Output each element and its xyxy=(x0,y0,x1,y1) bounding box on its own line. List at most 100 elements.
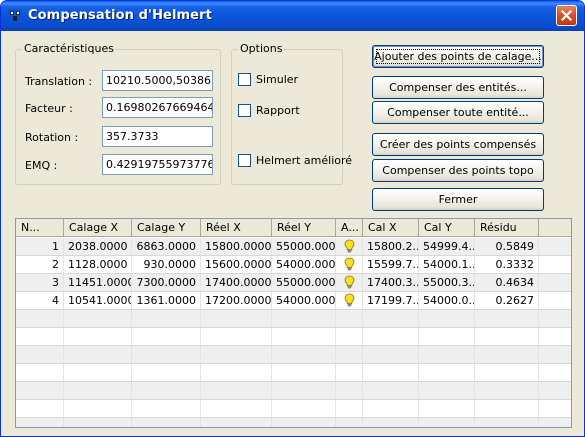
cell-col-calage-y xyxy=(132,382,201,399)
empty-row[interactable] xyxy=(16,364,571,382)
compenser-toute-entite-button[interactable]: Compenser toute entité... xyxy=(372,101,544,124)
table-row[interactable]: 2 1128.0000 930.0000 15600.0000 54000.0000 15… xyxy=(16,256,571,274)
cell-col-cal-y: 54999.4... xyxy=(419,238,475,255)
cell-col-cal-y: 54000.1... xyxy=(419,256,475,273)
close-button[interactable] xyxy=(556,5,577,26)
table-row[interactable]: 4 10541.0000 1361.0000 17200.0000 54000.0000… xyxy=(16,292,571,310)
cell-col-calage-x xyxy=(64,382,132,399)
cell-col-active xyxy=(336,346,363,363)
grid-header: N... Calage X Calage Y Réel X Réel Y A... Cal … xyxy=(16,219,571,237)
cell-col-num xyxy=(16,364,64,381)
cell-col-num xyxy=(16,328,64,345)
cell-col-active xyxy=(336,292,363,309)
empty-row[interactable] xyxy=(16,346,571,364)
cell-col-residu xyxy=(475,400,539,417)
header-col-residu[interactable]: Résidu xyxy=(475,219,539,237)
cell-col-reel-y xyxy=(272,328,336,345)
simuler-checkbox[interactable] xyxy=(238,73,251,86)
header-col-reel-x[interactable]: Réel X xyxy=(201,219,272,237)
emq-label: EMQ : xyxy=(25,159,58,172)
cell-col-cal-y xyxy=(419,328,475,345)
compenser-entites-button[interactable]: Compenser des entités... xyxy=(372,76,544,99)
cell-col-num: 1 xyxy=(16,238,64,255)
cell-col-reel-x: 15600.0000 xyxy=(201,256,272,273)
cell-col-calage-y xyxy=(132,400,201,417)
header-col-calage-y[interactable]: Calage Y xyxy=(132,219,201,237)
compenser-points-topo-button[interactable]: Compenser des points topo xyxy=(372,159,544,182)
empty-row[interactable] xyxy=(16,382,571,400)
empty-row[interactable] xyxy=(16,328,571,346)
ajouter-points-calage-button[interactable]: Ajouter des points de calage... xyxy=(372,45,544,68)
focus-rect xyxy=(376,49,540,64)
options-legend: Options xyxy=(238,42,285,55)
header-col-cal-x[interactable]: Cal X xyxy=(363,219,419,237)
rotation-label: Rotation : xyxy=(25,131,79,144)
cell-col-residu xyxy=(475,346,539,363)
helmert-dialog: Compensation d'Helmert Caractéristiques … xyxy=(0,0,585,437)
window-title: Compensation d'Helmert xyxy=(28,8,212,23)
empty-row[interactable] xyxy=(16,418,571,427)
cell-col-residu: 0.3332 xyxy=(475,256,539,273)
table-row[interactable]: 1 2038.0000 6863.0000 15800.0000 55000.0000 1… xyxy=(16,238,571,256)
cell-col-cal-y xyxy=(419,418,475,427)
empty-row[interactable] xyxy=(16,310,571,328)
cell-col-reel-x: 15800.0000 xyxy=(201,238,272,255)
header-col-calage-x[interactable]: Calage X xyxy=(64,219,132,237)
helmert-ameliore-label[interactable]: Helmert amélioré xyxy=(256,154,352,167)
cell-col-active xyxy=(336,364,363,381)
cell-col-calage-y: 7300.0000 xyxy=(132,274,201,291)
emq-field[interactable]: 0.429197559737763 xyxy=(102,154,213,175)
cell-col-reel-x xyxy=(201,364,272,381)
cell-col-calage-y: 930.0000 xyxy=(132,256,201,273)
cell-col-cal-y xyxy=(419,364,475,381)
facteur-field[interactable]: 0.169802676694645 xyxy=(102,97,213,118)
cell-col-active xyxy=(336,328,363,345)
rapport-label[interactable]: Rapport xyxy=(256,104,300,117)
bulb-icon[interactable] xyxy=(344,293,355,307)
header-col-num[interactable]: N... xyxy=(16,219,64,237)
bulb-icon[interactable] xyxy=(344,257,355,271)
cell-col-residu: 0.4634 xyxy=(475,274,539,291)
rotation-field[interactable]: 357.3733 xyxy=(102,126,213,147)
cell-col-reel-y: 55000.0000 xyxy=(272,238,336,255)
close-icon xyxy=(560,9,573,22)
cell-col-cal-x: 17199.7... xyxy=(363,292,419,309)
cell-col-cal-x xyxy=(363,364,419,381)
helmert-ameliore-checkbox[interactable] xyxy=(238,154,251,167)
app-icon xyxy=(8,9,22,23)
cell-col-calage-x xyxy=(64,328,132,345)
facteur-label: Facteur : xyxy=(25,102,73,115)
rapport-checkbox[interactable] xyxy=(238,104,251,117)
cell-col-active xyxy=(336,256,363,273)
cell-col-reel-y xyxy=(272,364,336,381)
table-row[interactable]: 3 11451.0000 7300.0000 17400.0000 55000.0000… xyxy=(16,274,571,292)
cell-col-cal-y: 55000.3... xyxy=(419,274,475,291)
cell-col-reel-y xyxy=(272,382,336,399)
translation-field[interactable]: 10210.5000,50386.50 xyxy=(102,70,213,91)
cell-col-reel-x xyxy=(201,400,272,417)
cell-col-reel-x: 17400.0000 xyxy=(201,274,272,291)
cell-col-cal-x xyxy=(363,310,419,327)
bulb-icon[interactable] xyxy=(344,275,355,289)
fermer-button[interactable]: Fermer xyxy=(372,188,544,211)
header-col-active[interactable]: A... xyxy=(336,219,363,237)
cell-col-calage-x xyxy=(64,400,132,417)
cell-col-reel-x xyxy=(201,418,272,427)
header-col-cal-y[interactable]: Cal Y xyxy=(419,219,475,237)
simuler-label[interactable]: Simuler xyxy=(256,73,298,86)
empty-row[interactable] xyxy=(16,400,571,418)
cell-col-residu xyxy=(475,418,539,427)
cell-col-cal-x xyxy=(363,382,419,399)
cell-col-num xyxy=(16,400,64,417)
cell-col-reel-x xyxy=(201,382,272,399)
creer-points-compenses-button[interactable]: Créer des points compensés xyxy=(372,133,544,156)
cell-col-reel-y xyxy=(272,346,336,363)
cell-col-residu: 0.2627 xyxy=(475,292,539,309)
header-col-reel-y[interactable]: Réel Y xyxy=(272,219,336,237)
cell-col-active xyxy=(336,382,363,399)
cell-col-num: 3 xyxy=(16,274,64,291)
bulb-icon[interactable] xyxy=(344,239,355,253)
cell-col-cal-x xyxy=(363,328,419,345)
title-bar[interactable]: Compensation d'Helmert xyxy=(1,1,584,31)
points-grid[interactable]: N... Calage X Calage Y Réel X Réel Y A... Cal … xyxy=(15,218,572,428)
